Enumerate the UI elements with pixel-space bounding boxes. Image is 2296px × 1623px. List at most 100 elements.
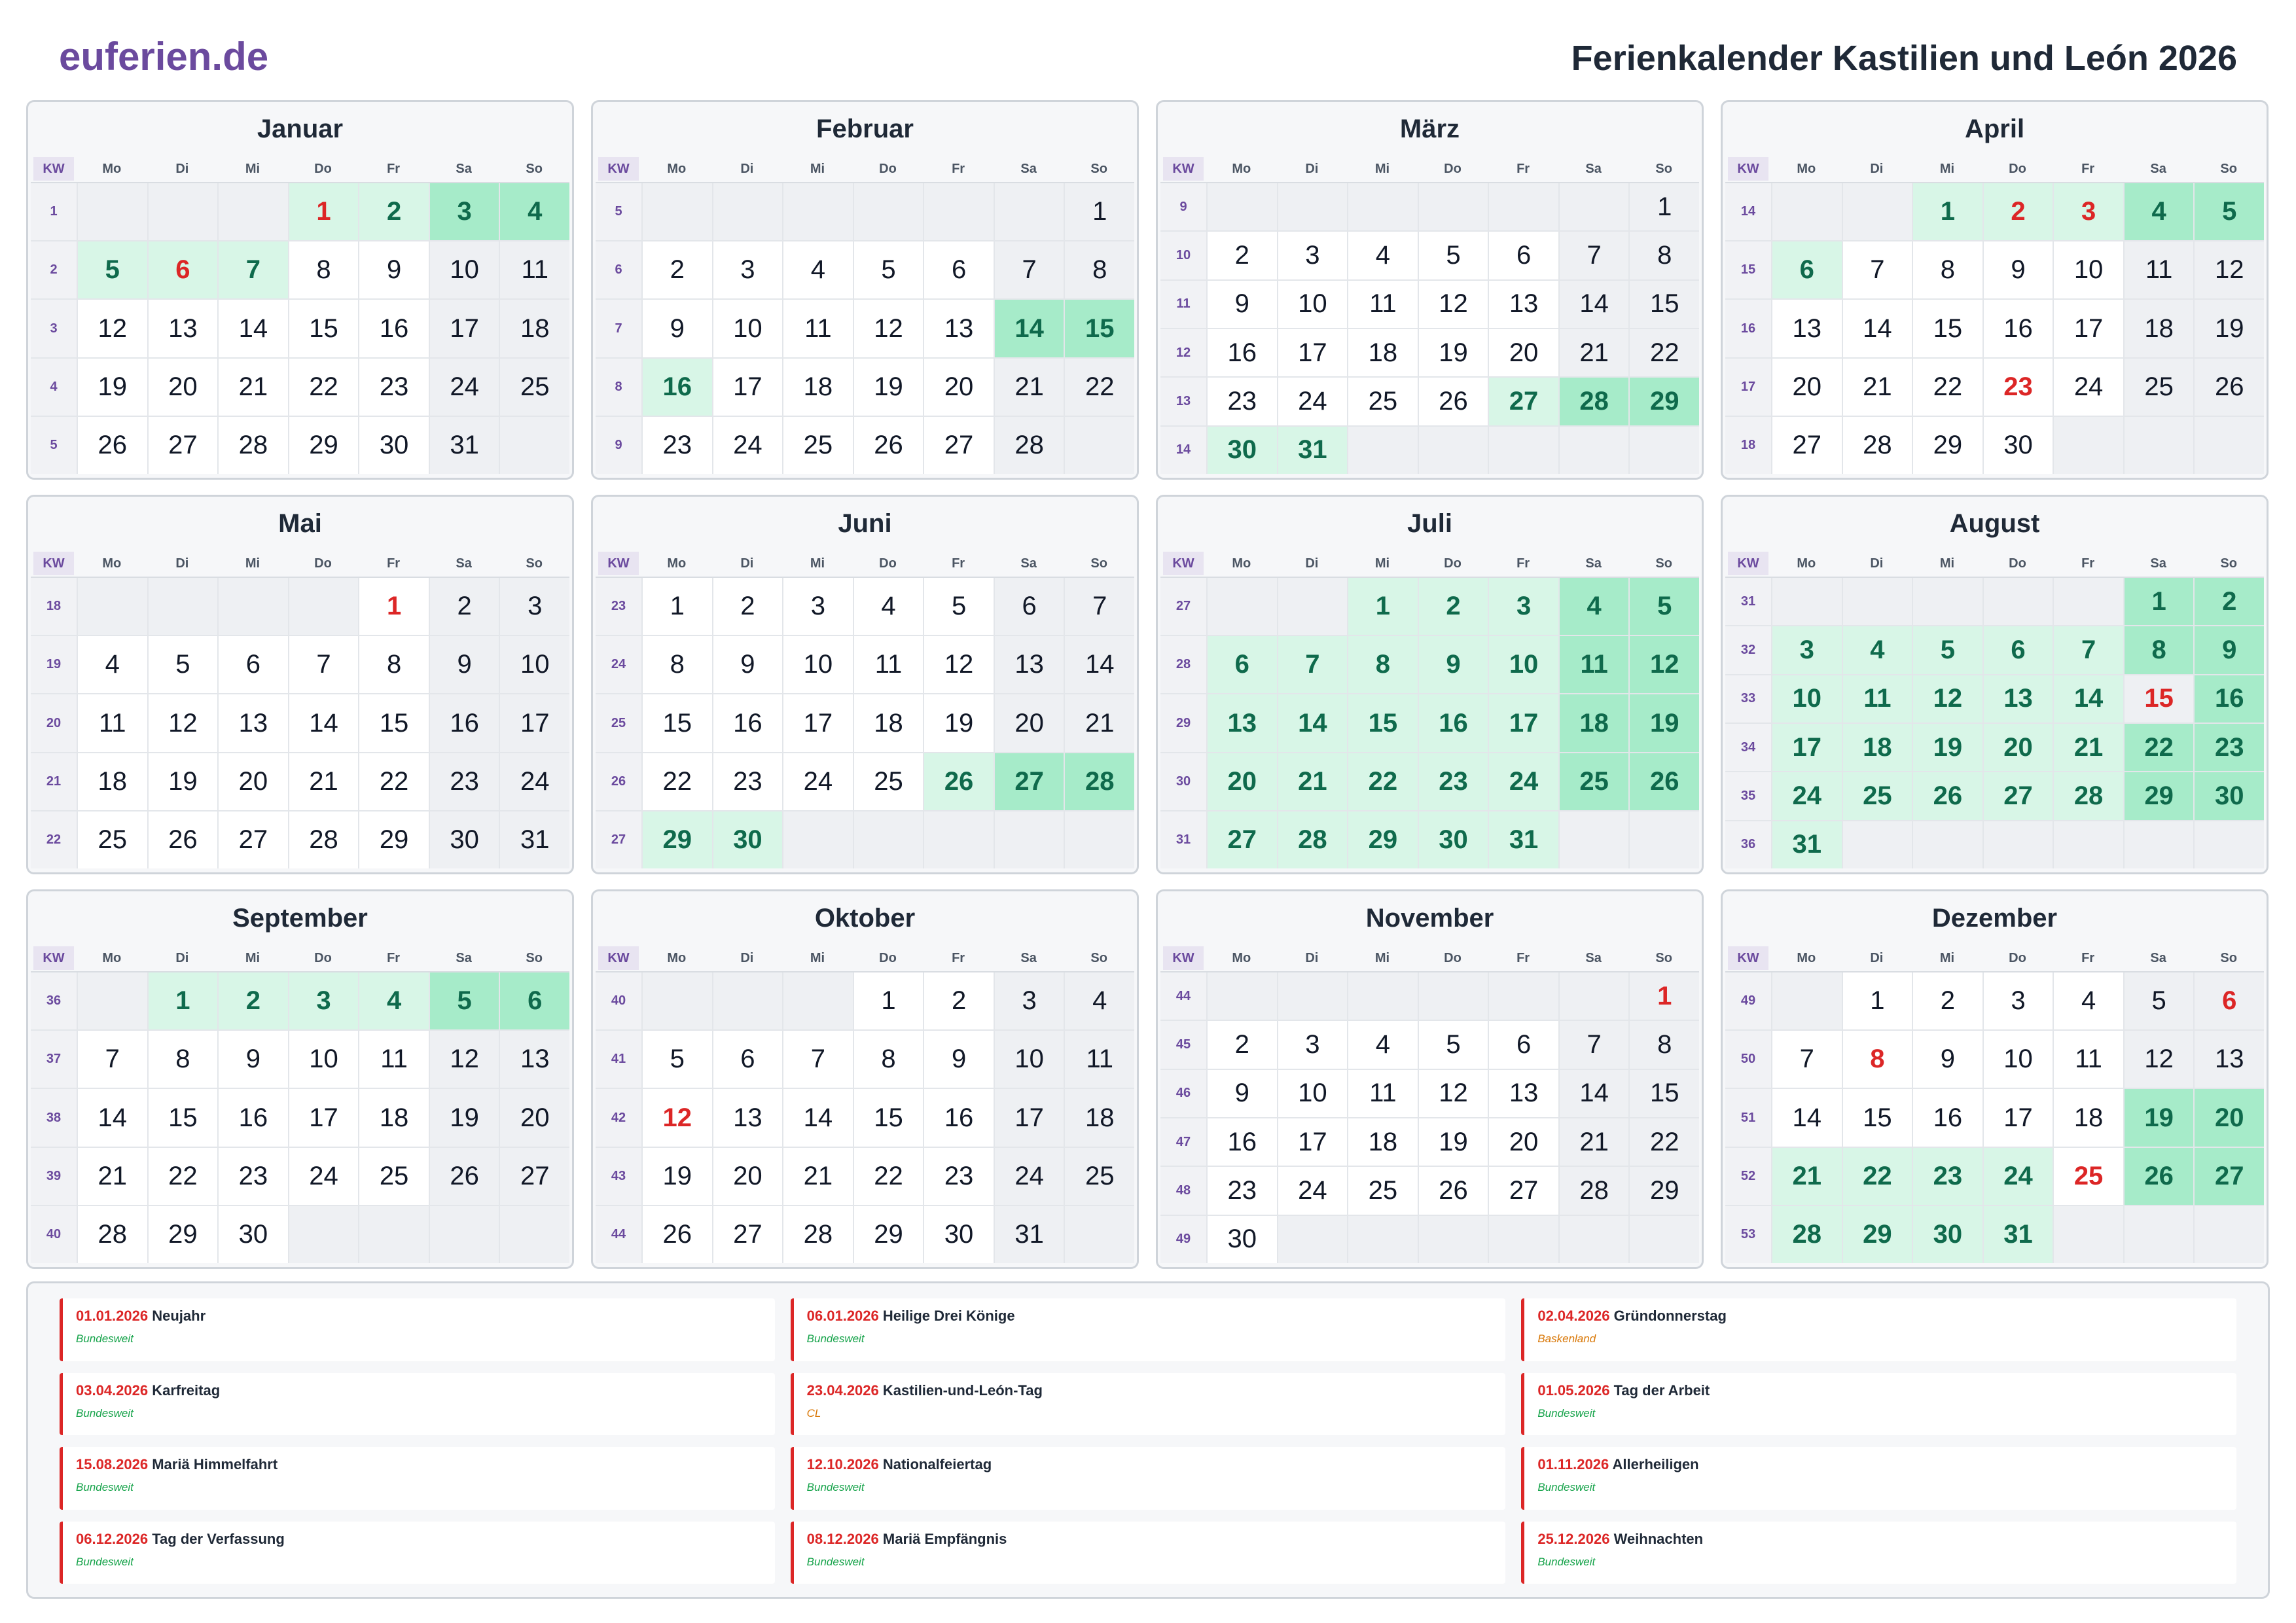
day-cell: 1 [1628,183,1699,231]
week-row: 18 27 28 29 30 [1725,416,2264,474]
weekday-label: Do [2009,161,2026,176]
vacation-day-cell: 16 [1417,694,1488,752]
weekday-label: Sa [2150,161,2166,176]
week-number: 40 [31,1205,77,1264]
day-cell: 21 [1558,329,1629,377]
weekday-label: Mi [245,556,260,571]
day-cell: 6 [217,636,288,694]
weekday-label: Di [740,950,754,965]
day-cell: 24 [1276,1167,1348,1215]
day-cell: 10 [428,241,499,299]
week-row: 26 22 23 24 25 26 27 28 [596,753,1134,812]
empty-day-cell [1771,578,1842,626]
kw-header: KW [598,157,639,181]
day-cell: 8 [1628,232,1699,279]
week-row: 40 28 29 30 [31,1205,569,1264]
weekday-label: Mo [1797,161,1816,176]
weekday-label: Mi [245,161,260,176]
week-number: 51 [1725,1089,1771,1147]
empty-day-cell [77,578,147,635]
day-cell: 26 [641,1205,712,1264]
month-8: September KW Mo Di Mi Do Fr Sa So 36 1 2 3 4 5 6 37 7 8 9 10… [26,889,574,1269]
week-number: 18 [1725,416,1771,474]
day-cell: 20 [993,694,1064,752]
week-row: 36 31 [1725,821,2264,868]
day-cell: 18 [2123,300,2194,357]
day-cell: 23 [428,753,499,810]
holiday-name: Kastilien-und-León-Tag [882,1382,1043,1399]
weekday-label: Sa [456,161,472,176]
week-number: 35 [1725,772,1771,820]
weeks-container: 18 1 2 3 19 4 5 6 7 8 9 10 20 11 12 13 14 15 16 17 21 18 19 20 2… [31,578,569,869]
weekday-header-row: KW Mo Di Mi Do Fr Sa So [596,156,1134,183]
weeks-container: 9 1 10 2 3 4 5 6 7 8 11 9 10 11 12 13 14 15 12 16 17 18 19 20 21… [1160,183,1699,474]
holiday-region: Bundesweit [76,1481,134,1493]
day-cell: 12 [2123,1031,2194,1088]
day-cell: 14 [1841,300,1912,357]
holiday-region: Bundesweit [806,1555,865,1568]
vacation-day-cell: 2 [1417,578,1488,635]
holiday-name: Tag der Verfassung [152,1530,285,1547]
weekday-label: Di [1305,556,1319,571]
weekday-label: Sa [1020,556,1037,571]
day-cell: 16 [217,1089,288,1147]
day-cell: 22 [852,1147,924,1205]
day-cell: 10 [1982,1031,2053,1088]
day-cell: 20 [923,358,994,416]
kw-header: KW [1163,552,1204,575]
weekday-label: Do [1444,161,1462,176]
holiday-region: Bundesweit [1537,1481,1596,1493]
day-cell: 7 [993,241,1064,299]
vacation-day-cell: 12 [1912,675,1982,722]
day-cell: 5 [147,636,218,694]
day-cell: 24 [287,1147,359,1205]
empty-day-cell [2123,821,2194,868]
holiday-item: 08.12.2026 Mariä Empfängnis Bundesweit [790,1521,1506,1584]
weekday-label: Mi [810,950,825,965]
vacation-day-cell: 16 [641,358,712,416]
day-cell: 16 [1206,329,1277,377]
day-cell: 8 [1628,1021,1699,1069]
week-row: 41 5 6 7 8 9 10 11 [596,1031,1134,1090]
empty-day-cell [1488,972,1558,1020]
holiday-name: Tag der Arbeit [1613,1382,1710,1399]
week-number: 9 [596,416,641,474]
day-cell: 10 [2053,241,2123,299]
kw-header: KW [1728,157,1768,181]
day-cell: 7 [1558,232,1629,279]
week-row: 37 7 8 9 10 11 12 13 [31,1031,569,1090]
holiday-name: Allerheiligen [1612,1456,1699,1472]
day-cell: 16 [358,300,429,357]
week-row: 14 30 31 [1160,426,1699,474]
holiday-day-cell: 6 [147,241,218,299]
day-cell: 15 [1841,1089,1912,1147]
day-cell: 12 [428,1031,499,1088]
empty-day-cell [2123,1205,2194,1264]
vacation-day-cell: 21 [1276,753,1348,810]
day-cell: 24 [499,753,569,810]
day-cell: 19 [2193,300,2264,357]
week-number: 45 [1160,1021,1206,1069]
day-cell: 25 [77,811,147,869]
empty-day-cell [499,1205,569,1264]
month-name: Februar [816,115,914,143]
weekday-label: Di [1305,161,1319,176]
kw-header: KW [598,552,639,575]
vacation-day-cell: 30 [1912,1205,1982,1264]
day-cell: 9 [428,636,499,694]
day-cell: 21 [782,1147,853,1205]
day-cell: 23 [358,358,429,416]
site-logo[interactable]: euferien.de [59,34,268,79]
week-number: 3 [31,300,77,357]
day-cell: 28 [287,811,359,869]
day-cell: 19 [77,358,147,416]
day-cell: 11 [1064,1031,1134,1088]
day-cell: 27 [711,1205,783,1264]
vacation-day-cell: 19 [1628,694,1699,752]
day-cell: 17 [993,1089,1064,1147]
day-cell: 30 [428,811,499,869]
day-cell: 8 [287,241,359,299]
day-cell: 28 [217,416,288,474]
day-cell: 4 [2053,972,2123,1030]
day-cell: 7 [1771,1031,1842,1088]
